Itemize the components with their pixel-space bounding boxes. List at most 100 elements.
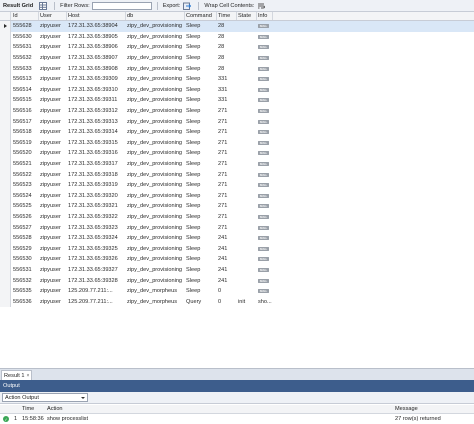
cell-host[interactable]: 172.31.33.65:39316 <box>67 148 126 159</box>
row-gutter[interactable] <box>0 222 11 233</box>
cell-command[interactable]: Sleep <box>185 275 217 286</box>
cell-state[interactable] <box>237 127 257 138</box>
cell-command[interactable]: Sleep <box>185 212 217 223</box>
cell-id[interactable]: 556523 <box>12 180 39 191</box>
cell-db[interactable]: zipy_dev_provisioning <box>126 222 185 233</box>
cell-state[interactable] <box>237 212 257 223</box>
output-col-time[interactable]: Time <box>22 405 34 413</box>
table-row[interactable]: 556519 zipyuser 172.31.33.65:39315 zipy_dev… <box>0 137 474 149</box>
cell-db[interactable]: zipy_dev_provisioning <box>126 85 185 96</box>
cell-user[interactable]: zipyuser <box>39 138 67 149</box>
cell-info[interactable]: sho... <box>257 296 273 307</box>
column-header-user[interactable]: User <box>39 12 67 20</box>
cell-user[interactable]: zipyuser <box>39 180 67 191</box>
cell-info[interactable]: NULL <box>257 32 273 43</box>
cell-id[interactable]: 556535 <box>12 286 39 297</box>
cell-time[interactable]: 271 <box>217 222 237 233</box>
cell-command[interactable]: Sleep <box>185 243 217 254</box>
table-row[interactable]: 556517 zipyuser 172.31.33.65:39313 zipy_dev… <box>0 116 474 127</box>
cell-db[interactable]: zipy_dev_provisioning <box>126 53 185 64</box>
cell-db[interactable]: zipy_dev_provisioning <box>126 63 185 74</box>
row-gutter[interactable] <box>0 158 11 170</box>
cell-state[interactable] <box>237 191 257 202</box>
cell-time[interactable]: 271 <box>217 148 237 159</box>
cell-db[interactable]: zipy_dev_provisioning <box>126 95 185 106</box>
row-gutter[interactable] <box>0 285 11 297</box>
cell-info[interactable]: NULL <box>257 191 273 202</box>
cell-db[interactable]: zipy_dev_provisioning <box>126 233 185 244</box>
cell-command[interactable]: Sleep <box>185 254 217 265</box>
cell-info[interactable]: NULL <box>257 74 273 85</box>
cell-id[interactable]: 556531 <box>12 265 39 276</box>
cell-id[interactable]: 556524 <box>12 191 39 202</box>
row-gutter[interactable] <box>0 95 11 106</box>
table-row[interactable]: 556521 zipyuser 172.31.33.65:39317 zipy_dev… <box>0 158 474 170</box>
cell-time[interactable]: 331 <box>217 85 237 96</box>
cell-info[interactable]: NULL <box>257 106 273 117</box>
cell-time[interactable]: 271 <box>217 106 237 117</box>
cell-user[interactable]: zipyuser <box>39 95 67 106</box>
cell-command[interactable]: Sleep <box>185 42 217 53</box>
cell-db[interactable]: zipy_dev_provisioning <box>126 275 185 286</box>
cell-host[interactable]: 172.31.33.65:39314 <box>67 127 126 138</box>
cell-time[interactable]: 241 <box>217 275 237 286</box>
cell-user[interactable]: zipyuser <box>39 116 67 127</box>
cell-command[interactable]: Sleep <box>185 74 217 85</box>
cell-host[interactable]: 125.209.77.211:... <box>67 286 126 297</box>
cell-db[interactable]: zipy_dev_provisioning <box>126 201 185 212</box>
cell-time[interactable]: 0 <box>217 296 237 307</box>
cell-user[interactable]: zipyuser <box>39 222 67 233</box>
cell-state[interactable] <box>237 265 257 276</box>
cell-time[interactable]: 331 <box>217 74 237 85</box>
row-gutter[interactable] <box>0 264 11 276</box>
cell-state[interactable] <box>237 180 257 191</box>
cell-db[interactable]: zipy_dev_provisioning <box>126 127 185 138</box>
cell-command[interactable]: Sleep <box>185 32 217 43</box>
table-row[interactable]: 555633 zipyuser 172.31.33.65:38908 zipy_dev… <box>0 63 474 74</box>
cell-host[interactable]: 172.31.33.65:39315 <box>67 138 126 149</box>
cell-user[interactable]: zipyuser <box>39 296 67 307</box>
cell-user[interactable]: zipyuser <box>39 85 67 96</box>
cell-id[interactable]: 556530 <box>12 254 39 265</box>
cell-time[interactable]: 241 <box>217 243 237 254</box>
cell-host[interactable]: 172.31.33.65:39318 <box>67 169 126 180</box>
cell-db[interactable]: zipy_dev_provisioning <box>126 32 185 43</box>
cell-state[interactable] <box>237 159 257 170</box>
table-row[interactable]: 555631 zipyuser 172.31.33.65:38906 zipy_dev… <box>0 42 474 53</box>
cell-host[interactable]: 125.209.77.211:... <box>67 296 126 307</box>
cell-time[interactable]: 241 <box>217 254 237 265</box>
cell-info[interactable]: NULL <box>257 254 273 265</box>
cell-state[interactable] <box>237 138 257 149</box>
grid-view-button[interactable] <box>36 0 52 12</box>
cell-db[interactable]: zipy_dev_provisioning <box>126 74 185 85</box>
table-row[interactable]: 556526 zipyuser 172.31.33.65:39322 zipy_dev… <box>0 211 474 223</box>
cell-command[interactable]: Sleep <box>185 85 217 96</box>
cell-time[interactable]: 28 <box>217 21 237 32</box>
cell-id[interactable]: 556520 <box>12 148 39 159</box>
cell-time[interactable]: 271 <box>217 127 237 138</box>
cell-host[interactable]: 172.31.33.65:39317 <box>67 159 126 170</box>
cell-db[interactable]: zipy_dev_provisioning <box>126 254 185 265</box>
row-gutter[interactable] <box>0 148 11 159</box>
cell-info[interactable]: NULL <box>257 265 273 276</box>
cell-state[interactable] <box>237 243 257 254</box>
row-gutter[interactable] <box>0 52 11 64</box>
cell-id[interactable]: 555630 <box>12 32 39 43</box>
cell-command[interactable]: Sleep <box>185 127 217 138</box>
table-row[interactable]: 555632 zipyuser 172.31.33.65:38907 zipy_dev… <box>0 52 474 64</box>
cell-time[interactable]: 28 <box>217 42 237 53</box>
cell-id[interactable]: 556536 <box>12 296 39 307</box>
cell-time[interactable]: 271 <box>217 201 237 212</box>
cell-host[interactable]: 172.31.33.65:39309 <box>67 74 126 85</box>
cell-info[interactable]: NULL <box>257 148 273 159</box>
table-row[interactable]: 556513 zipyuser 172.31.33.65:39309 zipy_dev… <box>0 73 474 85</box>
close-icon[interactable]: × <box>27 373 30 379</box>
column-header-time[interactable]: Time <box>217 12 237 20</box>
cell-id[interactable]: 556528 <box>12 233 39 244</box>
cell-info[interactable]: NULL <box>257 138 273 149</box>
cell-info[interactable]: NULL <box>257 63 273 74</box>
cell-state[interactable] <box>237 85 257 96</box>
cell-host[interactable]: 172.31.33.65:39324 <box>67 233 126 244</box>
cell-time[interactable]: 28 <box>217 32 237 43</box>
cell-user[interactable]: zipyuser <box>39 201 67 212</box>
